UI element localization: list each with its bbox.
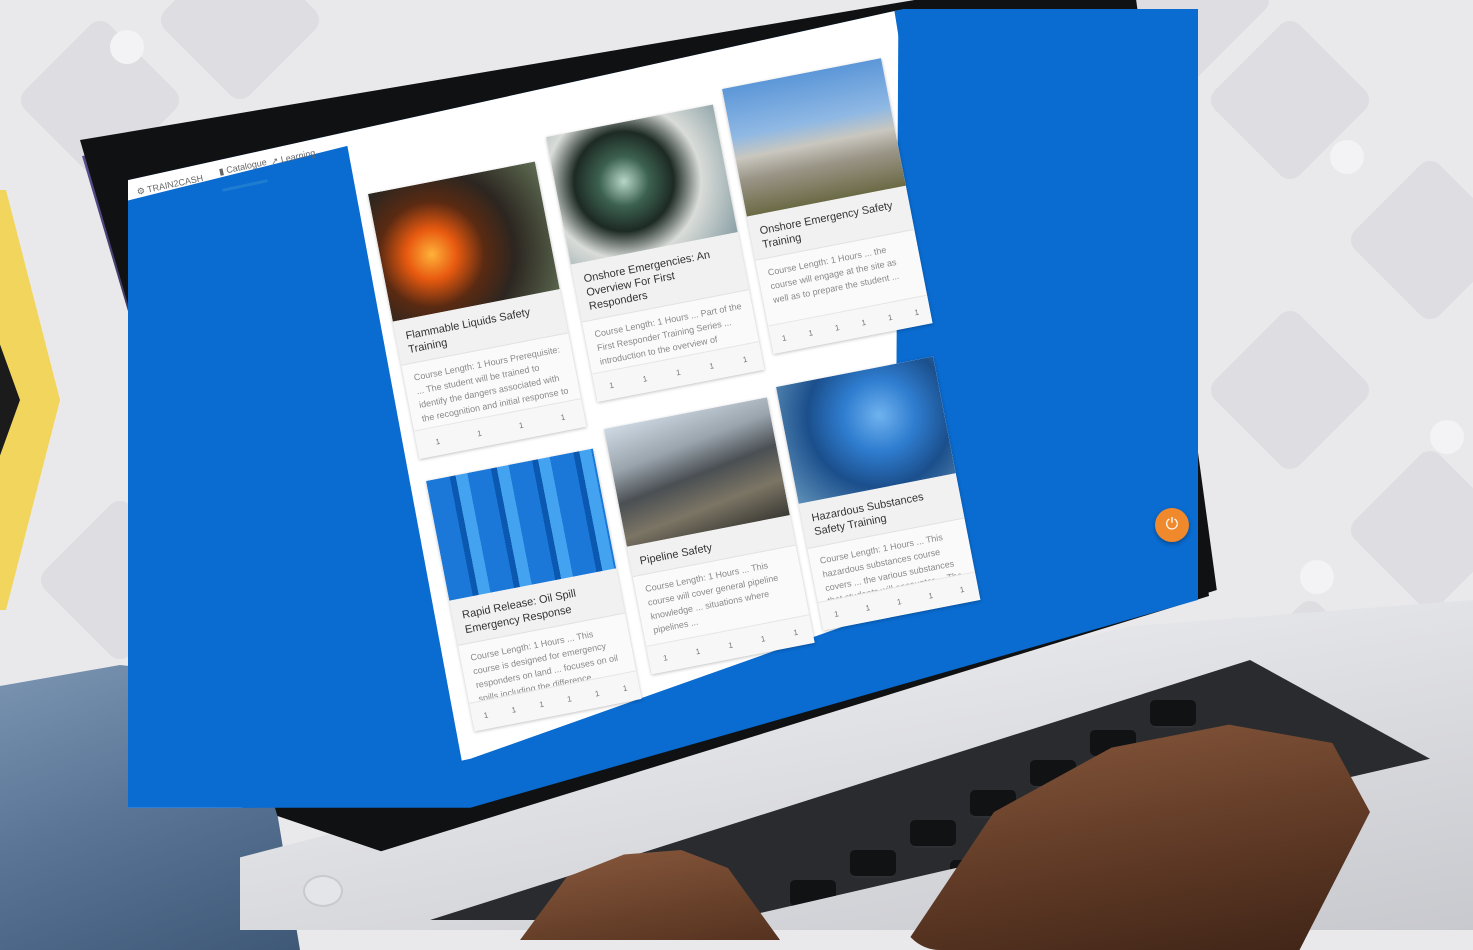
card-stat: 1 [641, 373, 648, 384]
card-stat: 1 [482, 710, 489, 720]
card-stat: 1 [538, 699, 545, 709]
card-stat: 1 [559, 412, 566, 422]
card-stat: 1 [662, 652, 669, 663]
card-stat: 1 [518, 420, 525, 430]
card-stat: 1 [860, 317, 867, 328]
key [910, 820, 956, 848]
key [850, 850, 896, 878]
bg-dot [110, 30, 144, 64]
card-stat: 1 [927, 590, 934, 601]
card-stat: 1 [913, 307, 920, 317]
card-stat: 1 [694, 646, 701, 657]
card-stat: 1 [608, 380, 615, 390]
card-stat: 1 [887, 312, 894, 322]
bg-diamond [1345, 155, 1473, 325]
card-stat: 1 [621, 683, 628, 693]
key [1150, 700, 1196, 728]
bg-dot [1300, 560, 1334, 594]
bg-dot [1330, 140, 1364, 174]
power-icon[interactable]: ⏻ [1155, 508, 1189, 542]
card-stat: 1 [864, 602, 871, 613]
card-stat: 1 [727, 639, 734, 650]
laptop-power-button[interactable] [303, 875, 343, 907]
card-stat: 1 [807, 327, 814, 338]
card-stat: 1 [476, 428, 483, 438]
bg-diamond [155, 0, 325, 105]
card-stat: 1 [834, 322, 841, 333]
card-stat: 1 [510, 704, 517, 715]
card-stat: 1 [434, 436, 441, 447]
card-stat: 1 [708, 360, 715, 371]
card-stat: 1 [566, 693, 573, 704]
bg-diamond [1345, 445, 1473, 615]
bg-dot [1430, 420, 1464, 454]
power-glyph: ⏻ [1165, 516, 1179, 533]
card-stat: 1 [833, 608, 840, 619]
card-stat: 1 [958, 584, 966, 595]
card-stat: 1 [675, 367, 682, 377]
bg-diamond [1205, 305, 1375, 475]
card-stat: 1 [896, 596, 903, 607]
card-stat: 1 [781, 332, 788, 343]
card-stat: 1 [594, 688, 601, 699]
card-stat: 1 [741, 354, 749, 364]
card-stat: 1 [760, 633, 767, 644]
card-stat: 1 [792, 627, 799, 638]
